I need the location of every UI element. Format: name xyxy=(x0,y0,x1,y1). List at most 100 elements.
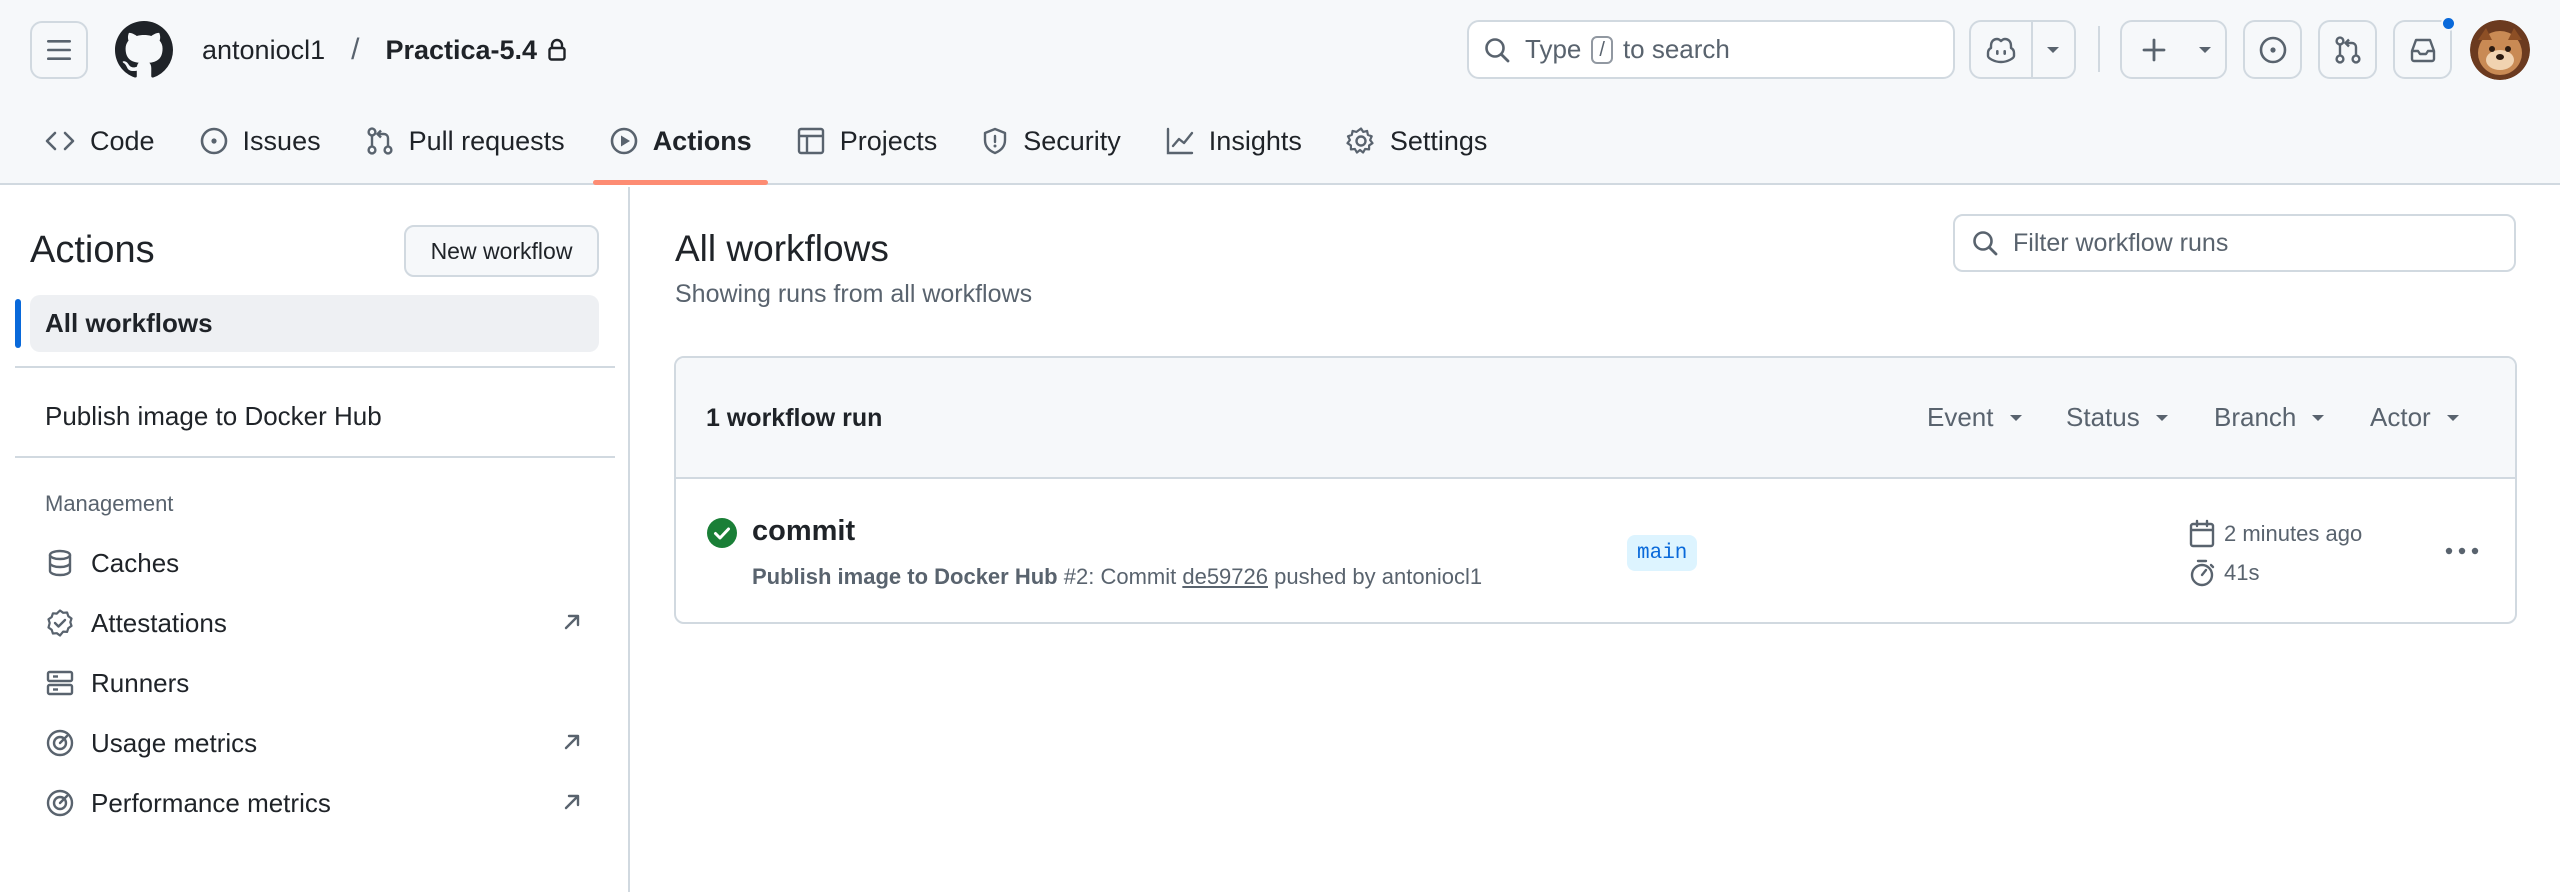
filter-branch-dropdown[interactable]: Branch xyxy=(2214,402,2326,433)
sidebar-item-label: Caches xyxy=(91,547,180,578)
app-header: antoniocl1 / Practica-5.4 Type / to sear… xyxy=(0,0,2560,185)
tab-label: Pull requests xyxy=(408,125,565,156)
tab-label: Issues xyxy=(242,125,321,156)
meter-icon xyxy=(46,789,74,817)
create-menu-button[interactable] xyxy=(2185,22,2225,77)
filter-placeholder: Filter workflow runs xyxy=(2013,228,2229,257)
tab-projects[interactable]: Projects xyxy=(780,110,954,172)
breadcrumb-separator: / xyxy=(351,33,360,66)
search-icon xyxy=(1973,231,1998,256)
divider xyxy=(15,366,615,368)
code-icon xyxy=(45,131,75,151)
create-button-group[interactable] xyxy=(2120,20,2227,79)
sidebar-item-label: Performance metrics xyxy=(91,787,331,818)
copilot-menu-button[interactable] xyxy=(2033,22,2074,77)
new-workflow-button[interactable]: New workflow xyxy=(404,225,599,277)
hamburger-menu-button[interactable] xyxy=(30,21,88,79)
run-actions-menu-button[interactable] xyxy=(2440,531,2484,571)
sidebar-item-all-workflows[interactable]: All workflows xyxy=(30,295,599,352)
tab-insights[interactable]: Insights xyxy=(1149,110,1318,172)
gear-icon xyxy=(1346,127,1374,154)
filter-label: Actor xyxy=(2370,402,2431,432)
tab-settings[interactable]: Settings xyxy=(1330,110,1504,172)
run-timestamp: 2 minutes ago xyxy=(2188,519,2362,549)
calendar-icon xyxy=(2189,519,2215,548)
branch-badge[interactable]: main xyxy=(1627,535,1698,571)
sidebar-item-attestations[interactable]: Attestations xyxy=(43,601,583,645)
sidebar-item-usage-metrics[interactable]: Usage metrics xyxy=(43,721,583,765)
database-icon xyxy=(48,549,72,577)
run-pusher-text: pushed by antoniocl1 xyxy=(1274,564,1483,589)
search-suffix-text: to search xyxy=(1622,34,1730,64)
tab-label: Projects xyxy=(839,125,938,156)
meter-icon xyxy=(46,729,74,757)
run-time-text: 2 minutes ago xyxy=(2224,521,2363,546)
create-new-button[interactable] xyxy=(2122,22,2185,77)
run-meta: Publish image to Docker Hub #2: Commit d… xyxy=(752,564,1482,590)
commit-sha-link[interactable]: de59726 xyxy=(1182,564,1268,589)
tab-label: Settings xyxy=(1389,125,1488,156)
filter-workflow-runs-input[interactable]: Filter workflow runs xyxy=(1953,214,2516,272)
chevron-down-icon xyxy=(2009,414,2022,421)
chevron-down-icon xyxy=(2199,46,2212,53)
tab-issues[interactable]: Issues xyxy=(183,110,337,172)
management-heading: Management xyxy=(45,491,174,516)
filter-event-dropdown[interactable]: Event xyxy=(1927,402,2024,433)
copilot-button[interactable] xyxy=(1971,22,2031,77)
search-icon xyxy=(1485,37,1510,62)
sidebar-title: Actions xyxy=(30,229,155,271)
notification-indicator xyxy=(2441,16,2456,31)
verified-icon xyxy=(47,609,73,637)
issue-icon xyxy=(2259,36,2286,63)
inbox-icon xyxy=(2410,38,2435,62)
tab-label: Insights xyxy=(1208,125,1302,156)
repo-tabs: Code Issues Pull requests Actions Projec… xyxy=(28,110,1515,185)
issues-button[interactable] xyxy=(2243,20,2302,79)
divider xyxy=(15,456,615,458)
filter-label: Branch xyxy=(2214,402,2297,432)
sidebar-item-runners[interactable]: Runners xyxy=(43,661,583,705)
search-input[interactable]: Type / to search xyxy=(1467,20,1955,79)
sidebar-item-caches[interactable]: Caches xyxy=(43,541,583,585)
sidebar-item-workflow[interactable]: Publish image to Docker Hub xyxy=(45,401,382,432)
play-icon xyxy=(610,127,637,155)
repo-name-link[interactable]: Practica-5.4 xyxy=(385,35,537,66)
filter-actor-dropdown[interactable]: Actor xyxy=(2370,402,2461,433)
run-duration: 41s xyxy=(2188,558,2259,588)
selected-indicator xyxy=(15,299,21,348)
run-event-text: : Commit xyxy=(1088,564,1177,589)
link-external-icon xyxy=(564,614,580,630)
avatar[interactable] xyxy=(2470,20,2530,80)
tab-security[interactable]: Security xyxy=(965,110,1137,172)
pull-requests-button[interactable] xyxy=(2318,20,2377,79)
header-divider xyxy=(2098,26,2100,72)
filter-status-dropdown[interactable]: Status xyxy=(2066,402,2170,433)
copilot-icon xyxy=(1986,37,2016,63)
tab-label: Security xyxy=(1023,125,1121,156)
tab-pull-requests[interactable]: Pull requests xyxy=(349,110,581,172)
chevron-down-icon xyxy=(2047,46,2060,53)
actions-sidebar: Actions New workflow All workflows Publi… xyxy=(0,187,630,892)
runs-count: 1 workflow run xyxy=(706,404,883,432)
sidebar-item-performance-metrics[interactable]: Performance metrics xyxy=(43,781,583,825)
github-logo[interactable] xyxy=(115,21,173,79)
run-title-link[interactable]: commit xyxy=(752,515,855,548)
hamburger-icon xyxy=(47,40,71,60)
link-external-icon xyxy=(564,734,580,750)
sidebar-item-label: Runners xyxy=(91,667,190,698)
chevron-down-icon xyxy=(2155,414,2168,421)
table-icon xyxy=(797,127,824,155)
workflow-runs-list: 1 workflow run Event Status Branch Actor… xyxy=(674,356,2517,624)
tab-code[interactable]: Code xyxy=(28,110,171,172)
repo-owner-link[interactable]: antoniocl1 xyxy=(202,35,325,66)
shield-icon xyxy=(984,127,1007,155)
tab-label: Actions xyxy=(652,125,752,156)
chevron-down-icon xyxy=(2446,414,2459,421)
check-circle-fill-icon xyxy=(707,518,737,548)
tab-actions[interactable]: Actions xyxy=(592,110,768,185)
page-subtitle: Showing runs from all workflows xyxy=(675,280,1033,308)
workflow-run-row[interactable]: commit Publish image to Docker Hub #2: C… xyxy=(676,479,2515,622)
issue-icon xyxy=(200,127,227,155)
search-prefix-text: Type xyxy=(1525,34,1582,64)
page-title: All workflows xyxy=(675,228,889,269)
